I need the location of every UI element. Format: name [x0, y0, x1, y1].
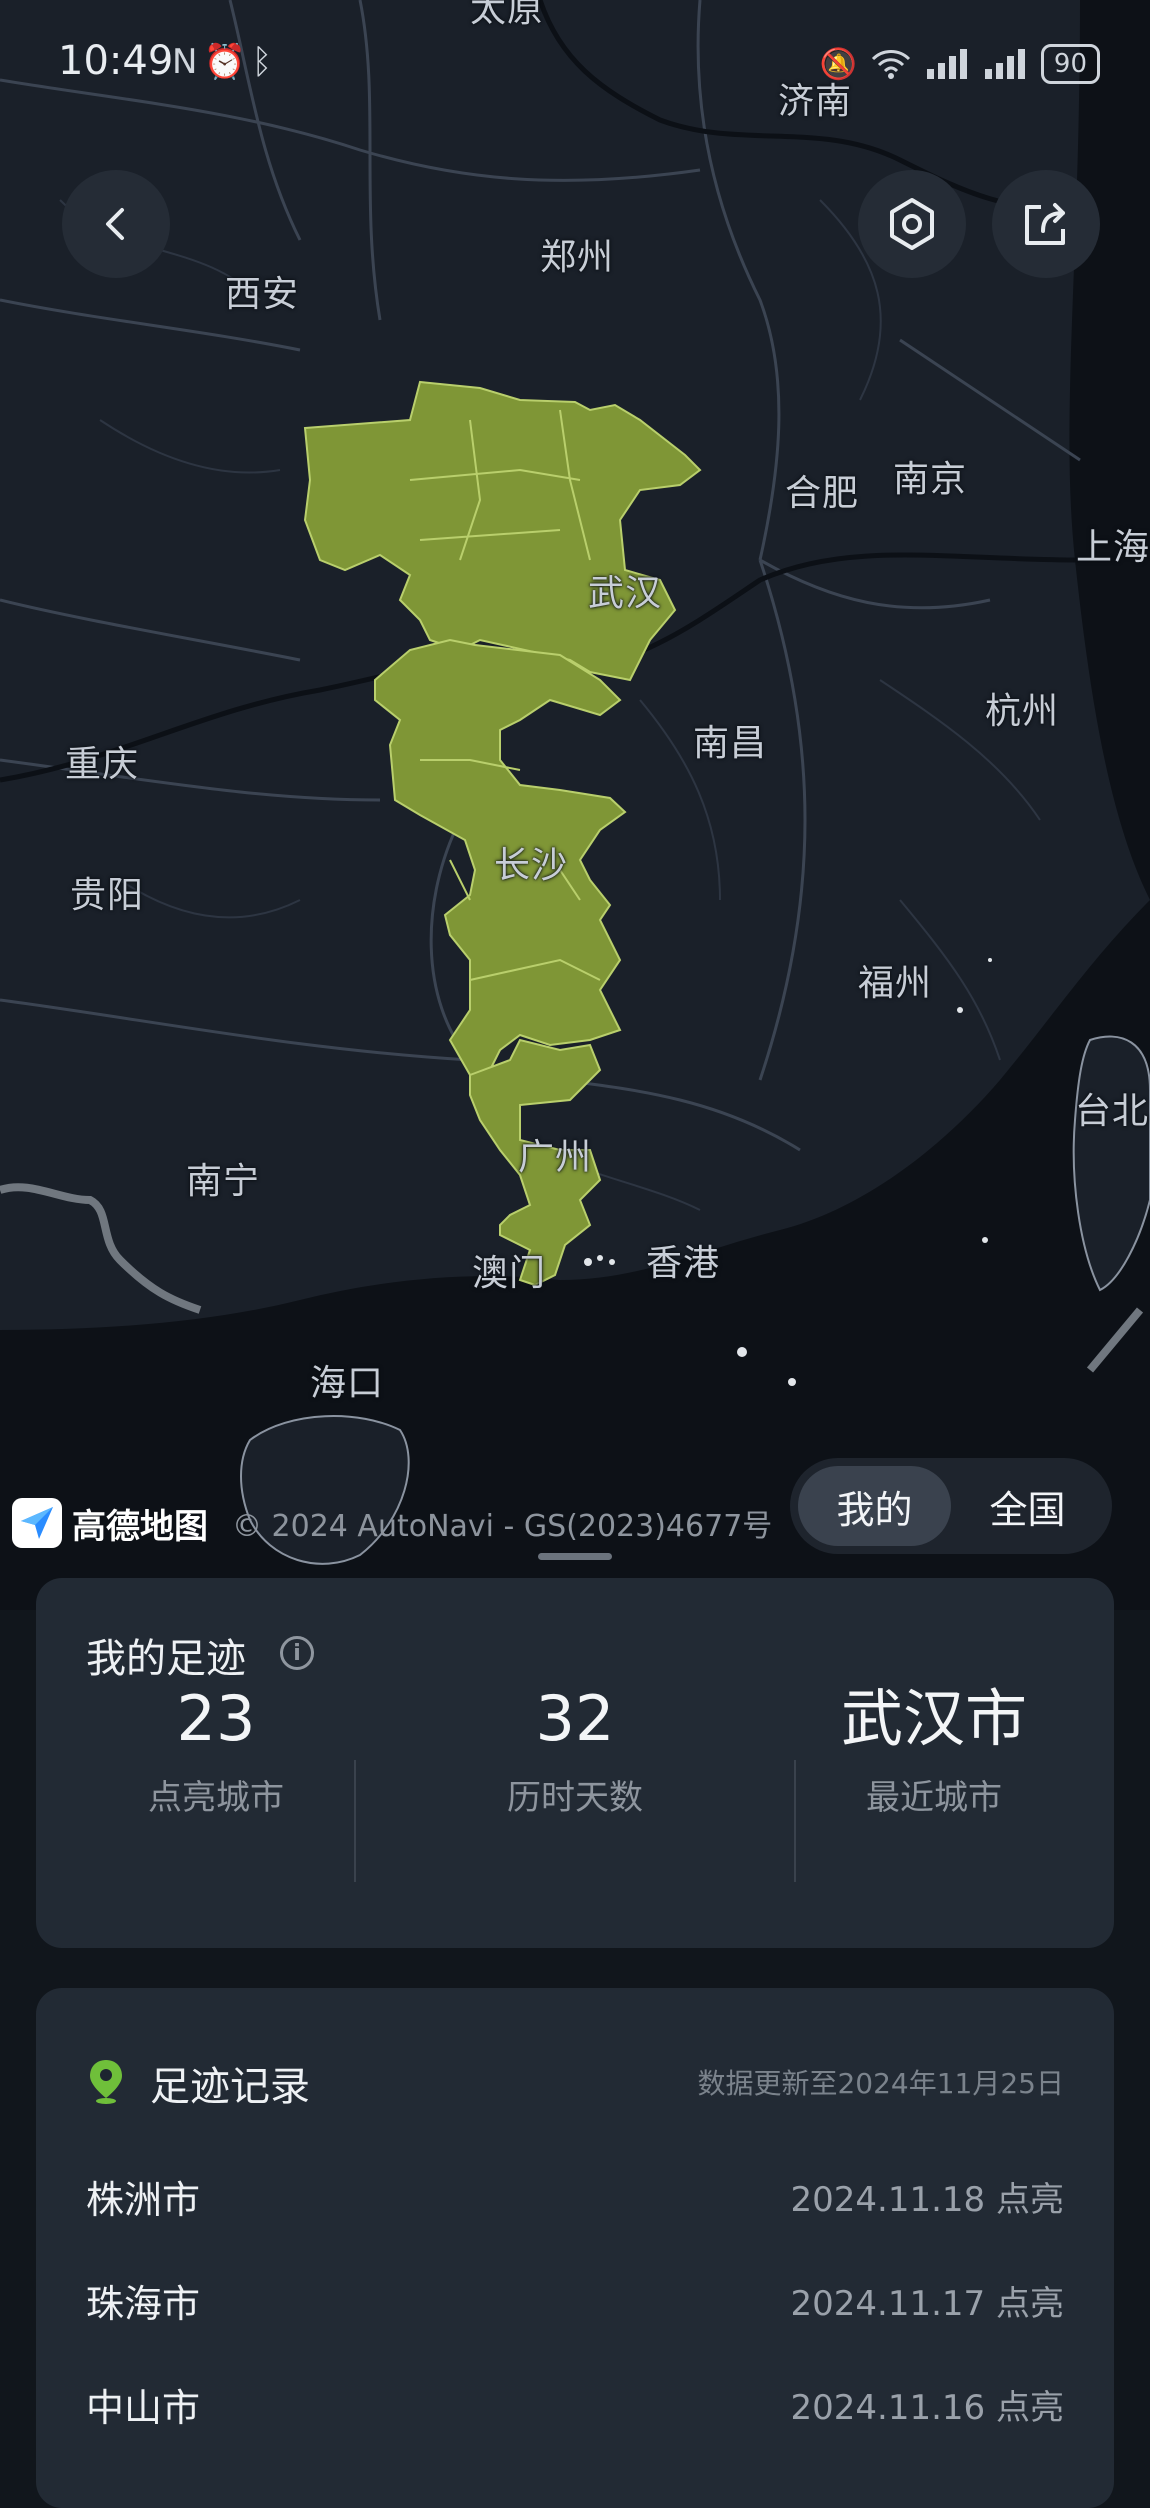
drag-handle[interactable]	[538, 1553, 612, 1560]
nfc-icon: N	[172, 42, 204, 82]
battery-indicator: 90	[1040, 44, 1100, 84]
wifi-icon	[871, 50, 910, 79]
summary-card: 我的足迹 i 23 点亮城市 32 历时天数 武汉市 最近城市	[36, 1578, 1114, 1948]
back-button[interactable]	[62, 170, 170, 278]
share-button[interactable]	[992, 170, 1100, 278]
record-row[interactable]: 株洲市 2024.11.18 点亮	[86, 2166, 1064, 2226]
records-card: 足迹记录 数据更新至2024年11月25日 株洲市 2024.11.18 点亮 …	[36, 1988, 1114, 2508]
city-label-hangzhou: 杭州	[985, 691, 1060, 732]
city-label-fuzhou: 福州	[858, 963, 933, 1004]
record-city: 珠海市	[86, 2281, 201, 2326]
record-date: 2024.11.16 点亮	[790, 2387, 1064, 2428]
map-provider-name: 高德地图	[72, 1506, 208, 1547]
stat-label: 最近城市	[866, 1778, 1002, 1818]
record-city: 中山市	[86, 2385, 201, 2430]
city-label-xian: 西安	[225, 274, 300, 315]
visited-region	[303, 380, 702, 1287]
bluetooth-icon: ᛒ	[251, 42, 279, 82]
toggle-mine[interactable]: 我的	[798, 1466, 951, 1546]
national-border	[0, 1183, 202, 1314]
city-label-macau: 澳门	[472, 1253, 547, 1294]
city-label-haikou: 海口	[310, 1363, 385, 1404]
share-icon	[1025, 203, 1065, 245]
signal-icon	[926, 49, 967, 79]
location-pin-icon	[90, 2060, 122, 2104]
map-attribution: 高德地图 © 2024 AutoNavi - GS(2023)4677号	[12, 1498, 772, 1548]
summary-title: 我的足迹	[86, 1636, 246, 1682]
divider	[354, 1760, 356, 1882]
east-sea	[1069, 0, 1150, 900]
city-label-zhengzhou: 郑州	[540, 237, 615, 278]
map-copyright: © 2024 AutoNavi - GS(2023)4677号	[232, 1509, 773, 1544]
stat-value: 32	[535, 1682, 615, 1755]
stat-label: 历时天数	[507, 1778, 643, 1818]
stat-value: 武汉市	[840, 1682, 1027, 1755]
toggle-all[interactable]: 全国	[951, 1466, 1104, 1546]
record-date: 2024.11.17 点亮	[790, 2283, 1064, 2324]
record-date: 2024.11.18 点亮	[790, 2179, 1064, 2220]
city-label-wuhan: 武汉	[588, 573, 663, 614]
records-title: 足迹记录	[150, 2064, 310, 2110]
scope-toggle[interactable]: 我的 全国	[790, 1458, 1112, 1554]
city-label-nanjing: 南京	[893, 459, 968, 500]
records-updated-note: 数据更新至2024年11月25日	[697, 2067, 1064, 2100]
stat-recent-city: 武汉市 最近城市	[754, 1678, 1114, 1819]
settings-button[interactable]	[858, 170, 966, 278]
info-icon[interactable]: i	[280, 1636, 314, 1670]
stat-lit-cities: 23 点亮城市	[36, 1678, 396, 1819]
status-icons-right: 🔕 90	[820, 44, 1100, 84]
stat-label: 点亮城市	[148, 1778, 284, 1818]
status-icons-left: N⏰ᛒ	[172, 42, 278, 82]
stat-days: 32 历时天数	[395, 1678, 755, 1819]
record-row[interactable]: 珠海市 2024.11.17 点亮	[86, 2270, 1064, 2330]
city-label-guiyang: 贵阳	[70, 875, 145, 916]
status-time: 10:49	[58, 38, 174, 84]
city-label-shanghai: 上海	[1076, 527, 1150, 568]
status-bar: 10:49 N⏰ᛒ 🔕 90	[0, 0, 1150, 120]
city-label-nanchang: 南昌	[693, 723, 768, 764]
record-city: 株洲市	[86, 2177, 201, 2222]
signal-icon	[984, 49, 1025, 79]
city-label-nanning: 南宁	[186, 1161, 261, 1202]
visited-north	[303, 380, 702, 682]
city-label-changsha: 长沙	[494, 845, 569, 886]
alarm-icon: ⏰	[203, 42, 252, 82]
record-row[interactable]: 中山市 2024.11.16 点亮	[86, 2374, 1064, 2434]
city-label-hefei: 合肥	[785, 473, 860, 514]
mute-icon: 🔕	[819, 46, 857, 82]
city-label-hongkong: 香港	[646, 1243, 721, 1284]
settings-icon	[890, 198, 934, 250]
stat-value: 23	[176, 1682, 256, 1755]
amap-logo-icon	[12, 1498, 62, 1548]
city-label-taipei: 台北	[1075, 1091, 1150, 1132]
footprint-map[interactable]: 太原 济南 郑州 西安 合肥 南京 上海 武汉 杭州 重庆 南昌 长沙 贵阳 福…	[0, 0, 1150, 1610]
city-label-chongqing: 重庆	[65, 744, 140, 785]
back-icon	[106, 208, 124, 240]
city-label-guangzhou: 广州	[518, 1137, 593, 1178]
